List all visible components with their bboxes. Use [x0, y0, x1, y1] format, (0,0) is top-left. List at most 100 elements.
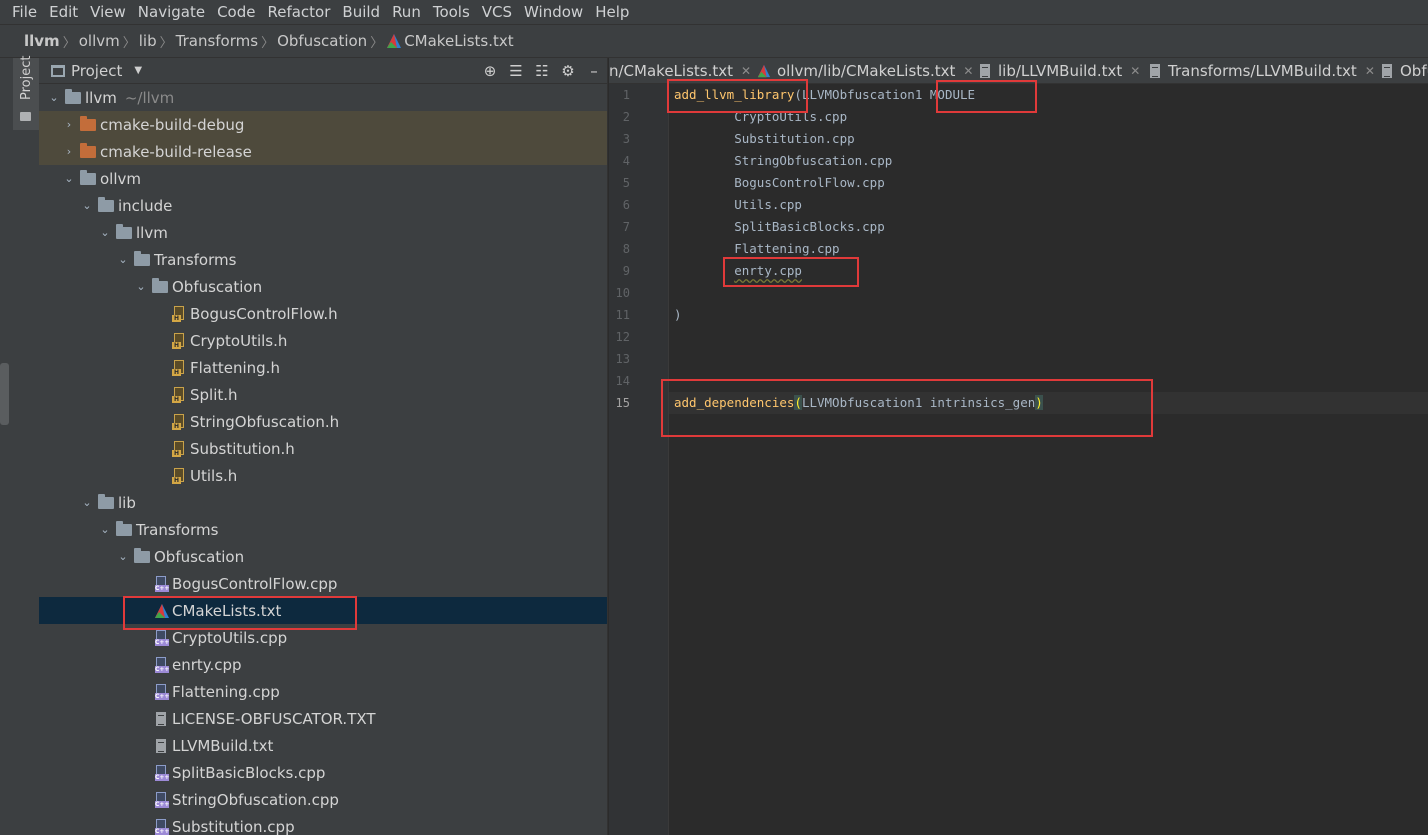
- tree-item-cmakelists[interactable]: CMakeLists.txt: [39, 597, 607, 624]
- tree-item-utils-h[interactable]: H Utils.h: [39, 462, 607, 489]
- cmake-icon: [155, 603, 169, 618]
- tree-item-transforms-lib[interactable]: ⌄ Transforms: [39, 516, 607, 543]
- text-file-icon: [1380, 63, 1394, 79]
- tree-item-split-h[interactable]: H Split.h: [39, 381, 607, 408]
- tree-item-obfuscation-include[interactable]: ⌄ Obfuscation: [39, 273, 607, 300]
- tree-item-flattening-h[interactable]: H Flattening.h: [39, 354, 607, 381]
- tab-ollvm-lib-cmakelists[interactable]: ollvm/lib/CMakeLists.txt ✕: [757, 58, 973, 83]
- chevron-down-icon[interactable]: ⌄: [134, 280, 148, 293]
- line-number-gutter: 1 2 3 4 5 6 7 8 9 10 11 12 13 14 15: [609, 84, 669, 835]
- header-file-icon: H: [172, 386, 186, 403]
- hide-panel-icon[interactable]: –: [581, 62, 607, 80]
- chevron-right-icon: 〉: [122, 35, 136, 51]
- chevron-down-icon[interactable]: ⌄: [62, 172, 76, 185]
- tree-item-boguscontrolflow-cpp[interactable]: C++ BogusControlFlow.cpp: [39, 570, 607, 597]
- tree-item-ollvm[interactable]: ⌄ ollvm: [39, 165, 607, 192]
- tree-item-label: Transforms: [154, 250, 237, 269]
- code-paren: ): [674, 307, 682, 322]
- breadcrumb-obfuscation[interactable]: Obfuscation: [277, 32, 367, 50]
- breadcrumb-llvm[interactable]: llvm: [24, 32, 60, 50]
- tree-item-flattening-cpp[interactable]: C++ Flattening.cpp: [39, 678, 607, 705]
- cpp-file-icon: C++: [154, 818, 170, 835]
- chevron-down-icon[interactable]: ⌄: [116, 550, 130, 563]
- close-icon[interactable]: ✕: [963, 64, 973, 78]
- tree-item-label: Split.h: [190, 385, 238, 404]
- menu-vcs[interactable]: VCS: [482, 0, 512, 24]
- header-file-icon: H: [172, 413, 186, 430]
- tree-item-substitution-cpp[interactable]: C++ Substitution.cpp: [39, 813, 607, 835]
- tree-item-obfuscation-lib[interactable]: ⌄ Obfuscation: [39, 543, 607, 570]
- collapse-all-icon[interactable]: ☷: [529, 62, 555, 80]
- cpp-file-icon: C++: [154, 683, 170, 700]
- chevron-down-icon[interactable]: ▼: [134, 65, 142, 76]
- breadcrumb-cmakelists[interactable]: CMakeLists.txt: [404, 32, 513, 50]
- tree-item-llvm[interactable]: ⌄ llvm ~/llvm: [39, 84, 607, 111]
- scroll-marker[interactable]: [0, 363, 9, 425]
- chevron-down-icon[interactable]: ⌄: [80, 496, 94, 509]
- tree-item-boguscontrolflow-h[interactable]: H BogusControlFlow.h: [39, 300, 607, 327]
- menu-code[interactable]: Code: [217, 0, 255, 24]
- tree-item-stringobfuscation-cpp[interactable]: C++ StringObfuscation.cpp: [39, 786, 607, 813]
- menu-help[interactable]: Help: [595, 0, 629, 24]
- menu-edit[interactable]: Edit: [49, 0, 78, 24]
- code-editor[interactable]: add_llvm_library(LLVMObfuscation1 MODULE…: [661, 79, 1428, 835]
- close-icon[interactable]: ✕: [1365, 64, 1375, 78]
- tree-item-substitution-h[interactable]: H Substitution.h: [39, 435, 607, 462]
- tree-item-label: LICENSE-OBFUSCATOR.TXT: [172, 709, 376, 728]
- tree-item-transforms-include[interactable]: ⌄ Transforms: [39, 246, 607, 273]
- tree-item-include[interactable]: ⌄ include: [39, 192, 607, 219]
- tree-item-stringobfuscation-h[interactable]: H StringObfuscation.h: [39, 408, 607, 435]
- tab-lib-llvmbuild[interactable]: lib/LLVMBuild.txt ✕: [978, 58, 1140, 83]
- breadcrumb-transforms[interactable]: Transforms: [176, 32, 258, 50]
- tree-item-llvmbuild[interactable]: LLVMBuild.txt: [39, 732, 607, 759]
- close-icon[interactable]: ✕: [1130, 64, 1140, 78]
- menu-bar: File Edit View Navigate Code Refactor Bu…: [0, 0, 1428, 24]
- project-view-title[interactable]: Project: [71, 62, 122, 80]
- tree-item-label: CryptoUtils.cpp: [172, 628, 288, 647]
- tree-item-enrty-cpp[interactable]: C++ enrty.cpp: [39, 651, 607, 678]
- menu-tools[interactable]: Tools: [433, 0, 470, 24]
- text-file-icon: [1148, 63, 1162, 79]
- tab-obfu[interactable]: Obfu: [1380, 58, 1428, 83]
- chevron-down-icon[interactable]: ⌄: [98, 226, 112, 239]
- breadcrumb-lib[interactable]: lib: [139, 32, 157, 50]
- tree-item-cryptoutils-h[interactable]: H CryptoUtils.h: [39, 327, 607, 354]
- chevron-down-icon[interactable]: ⌄: [98, 523, 112, 536]
- tree-item-cryptoutils-cpp[interactable]: C++ CryptoUtils.cpp: [39, 624, 607, 651]
- chevron-right-icon[interactable]: ›: [62, 145, 76, 158]
- chevron-right-icon: 〉: [62, 35, 76, 51]
- folder-icon: [134, 547, 150, 563]
- tree-item-llvm-include[interactable]: ⌄ llvm: [39, 219, 607, 246]
- chevron-down-icon[interactable]: ⌄: [116, 253, 130, 266]
- gear-icon[interactable]: ⚙: [555, 62, 581, 80]
- menu-build[interactable]: Build: [342, 0, 380, 24]
- folder-icon: [116, 520, 132, 536]
- chevron-right-icon[interactable]: ›: [62, 118, 76, 131]
- folder-icon: [65, 88, 81, 104]
- tab-transforms-llvmbuild[interactable]: Transforms/LLVMBuild.txt ✕: [1148, 58, 1375, 83]
- tree-item-license[interactable]: LICENSE-OBFUSCATOR.TXT: [39, 705, 607, 732]
- tree-item-cmake-build-release[interactable]: › cmake-build-release: [39, 138, 607, 165]
- tree-item-lib[interactable]: ⌄ lib: [39, 489, 607, 516]
- locate-icon[interactable]: ⊕: [477, 62, 503, 80]
- header-file-icon: H: [172, 359, 186, 376]
- menu-run[interactable]: Run: [392, 0, 421, 24]
- tab-cmakelists-root[interactable]: n/CMakeLists.txt ✕: [609, 58, 751, 83]
- expand-all-icon[interactable]: ☰: [503, 62, 529, 80]
- menu-navigate[interactable]: Navigate: [138, 0, 205, 24]
- line-number: 4: [622, 154, 630, 168]
- project-tool-window-button[interactable]: Project: [13, 56, 39, 130]
- tree-item-cmake-build-debug[interactable]: › cmake-build-debug: [39, 111, 607, 138]
- chevron-down-icon[interactable]: ⌄: [80, 199, 94, 212]
- chevron-right-icon: 〉: [261, 35, 275, 51]
- menu-window[interactable]: Window: [524, 0, 583, 24]
- menu-view[interactable]: View: [90, 0, 126, 24]
- menu-file[interactable]: File: [12, 0, 37, 24]
- menu-refactor[interactable]: Refactor: [267, 0, 330, 24]
- breadcrumb-ollvm[interactable]: ollvm: [79, 32, 120, 50]
- tree-item-splitbasicblocks-cpp[interactable]: C++ SplitBasicBlocks.cpp: [39, 759, 607, 786]
- tool-window-bar: [13, 130, 39, 835]
- close-icon[interactable]: ✕: [741, 64, 751, 78]
- header-file-icon: H: [172, 332, 186, 349]
- chevron-down-icon[interactable]: ⌄: [47, 91, 61, 104]
